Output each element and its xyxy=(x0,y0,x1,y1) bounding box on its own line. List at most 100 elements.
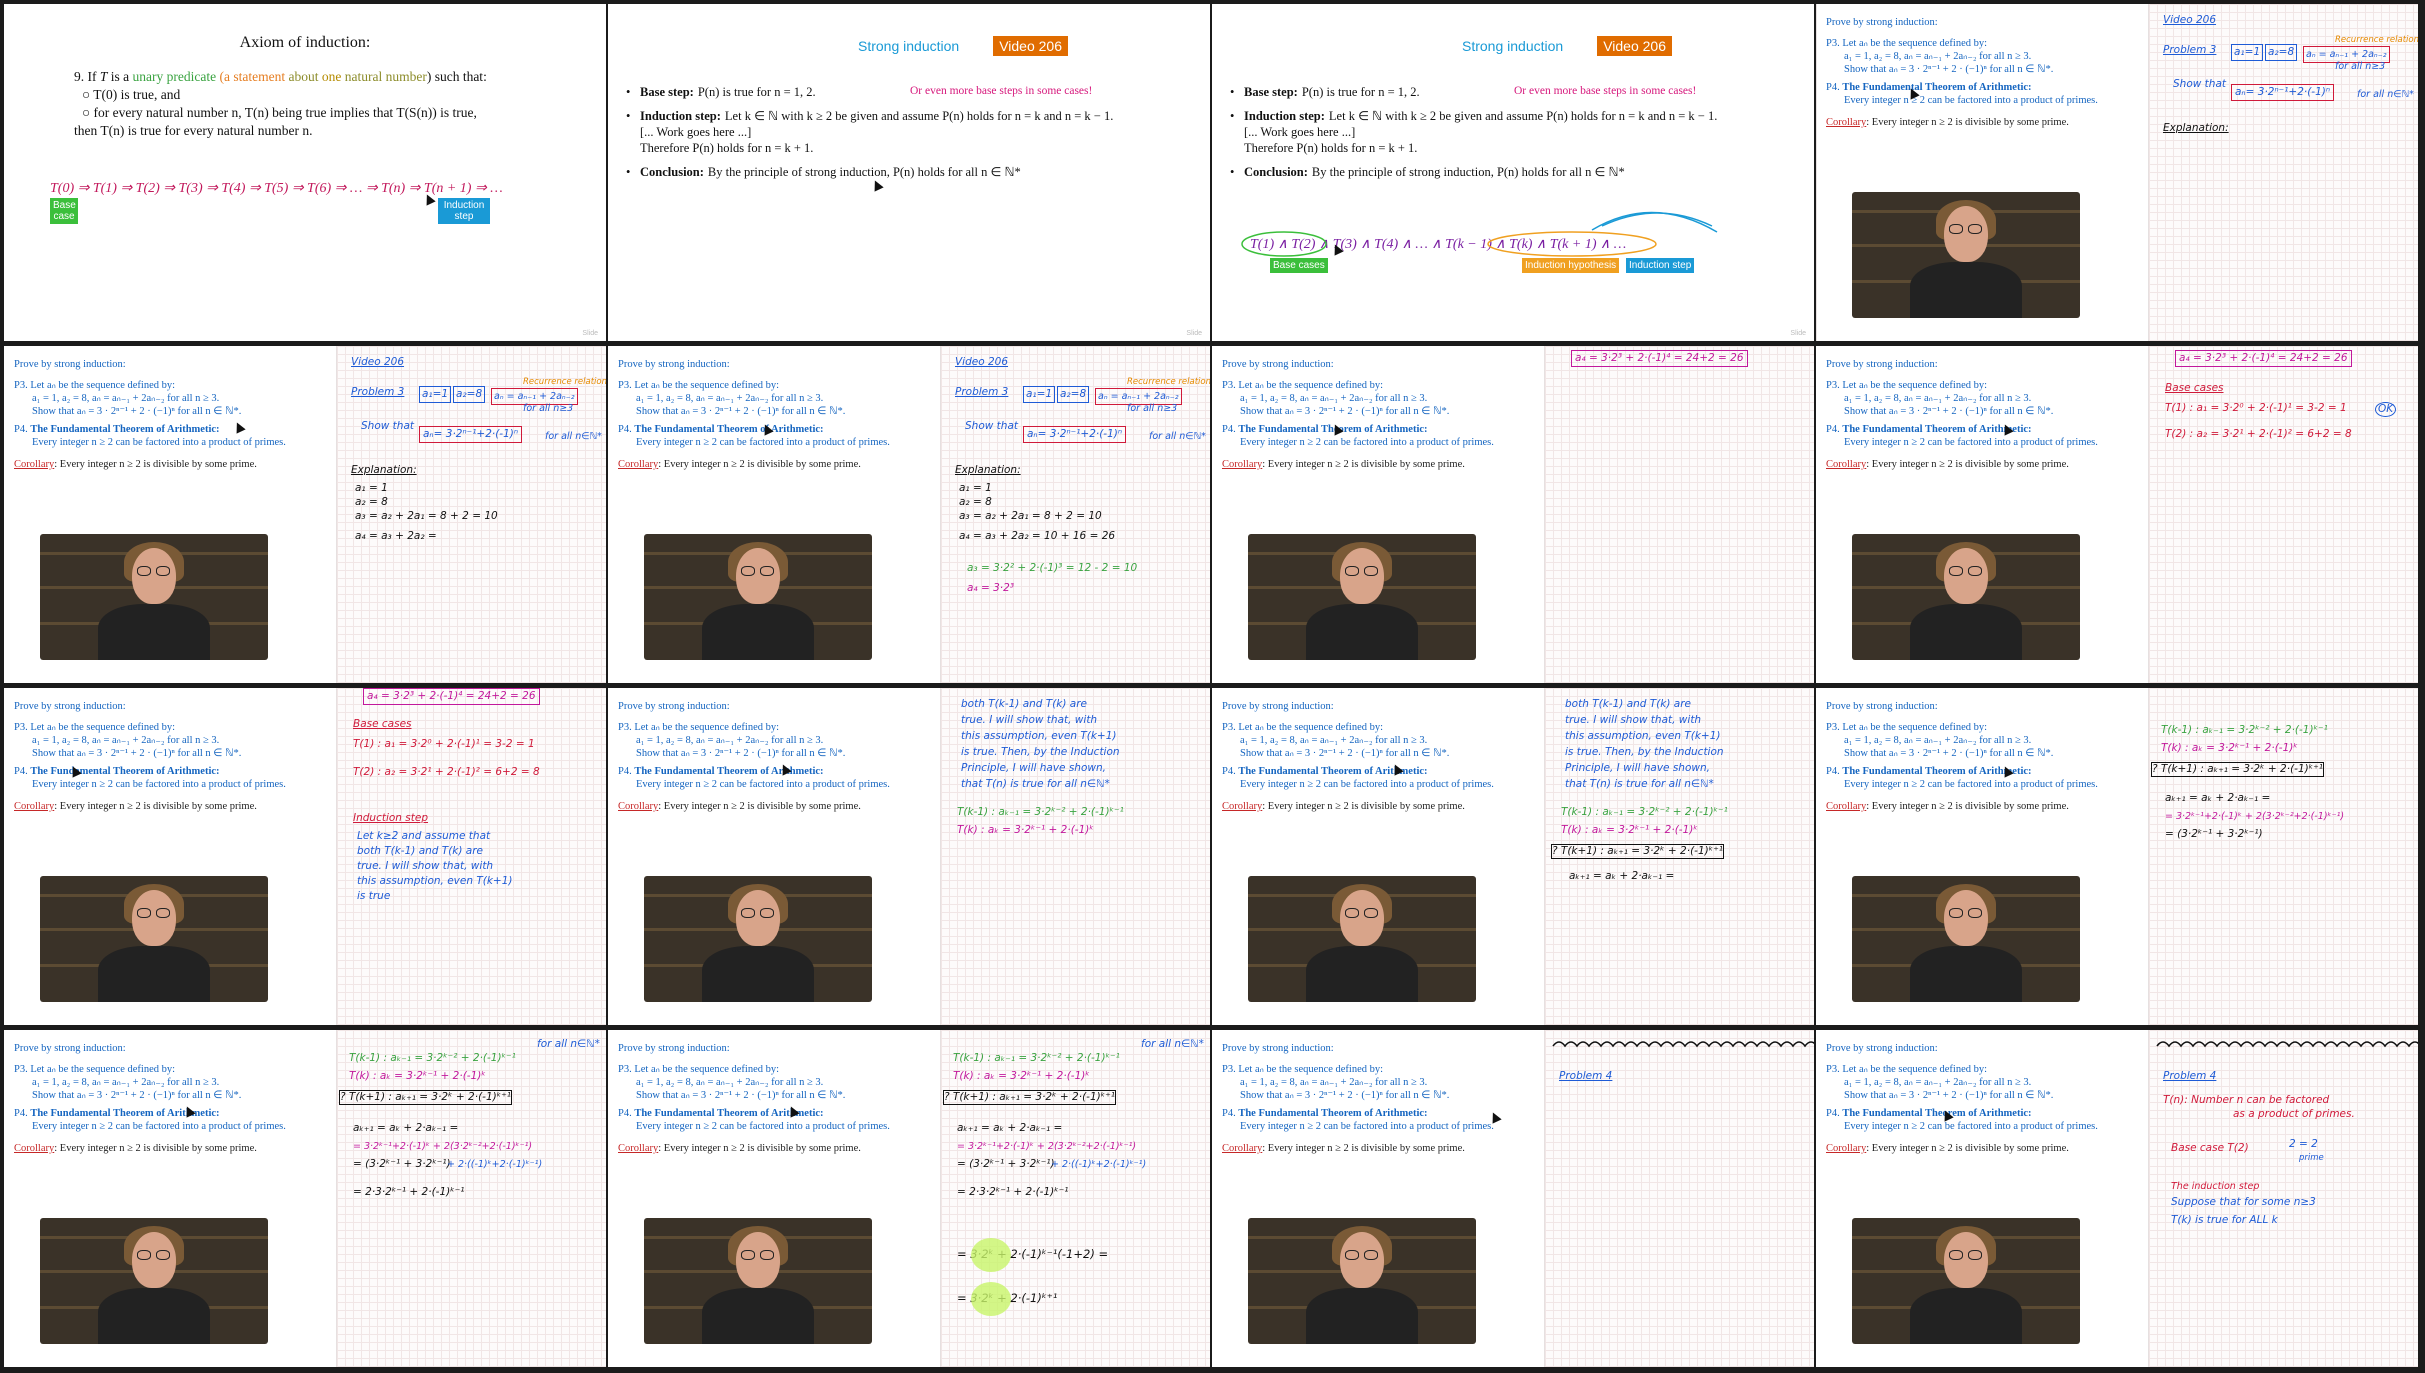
formula-box: aₙ= 3·2ⁿ⁻¹+2·(-1)ⁿ xyxy=(2231,84,2335,101)
corollary: Corollary: Every integer n ≥ 2 is divisi… xyxy=(1222,458,1562,471)
corollary: Corollary: Every integer n ≥ 2 is divisi… xyxy=(1826,800,2166,813)
induction-text-1: both T(k-1) and T(k) are xyxy=(1565,698,1692,710)
slide-p3-a4[interactable]: Slide Prove by strong induction: P3. Let… xyxy=(1212,346,1814,683)
problem-panel: Prove by strong induction: P3. Let aₙ be… xyxy=(14,1042,354,1155)
tk: T(k) : aₖ = 3·2ᵏ⁻¹ + 2·(-1)ᵏ xyxy=(957,824,1094,836)
presenter xyxy=(702,946,814,1002)
t1: T(1) : a₁ = 3·2⁰ + 2·(-1)¹ = 3-2 = 1 xyxy=(353,738,535,750)
r3: = (3·2ᵏ⁻¹ + 3·2ᵏ⁻¹) xyxy=(957,1158,1055,1170)
slide-problem-4-setup[interactable]: Slide Prove by strong induction: P3. Let… xyxy=(1816,1030,2418,1367)
axiom-title: Axiom of induction: xyxy=(239,34,371,51)
slide-problems-intro[interactable]: Slide Prove by strong induction: P3. Let… xyxy=(1816,4,2418,341)
p3-number: P3. xyxy=(1826,38,1840,49)
slide-problem-4-start[interactable]: Slide Prove by strong induction: P3. Let… xyxy=(1212,1030,1814,1367)
for-all-nN: for all n∈ℕ* xyxy=(537,1038,600,1050)
slide-p3-base-cases[interactable]: Slide Prove by strong induction: P3. Let… xyxy=(1816,346,2418,683)
p3-number: P3. xyxy=(1222,1064,1236,1075)
explanation-label: Explanation: xyxy=(351,464,417,476)
p3-line3: Show that aₙ = 3 · 2ⁿ⁻¹ + 2 · (−1)ⁿ for … xyxy=(1240,1090,1450,1101)
slide-p3-hypothesis[interactable]: Slide Prove by strong induction: P3. Let… xyxy=(608,688,1210,1025)
r4: + 2·((-1)ᵏ+2·(-1)ᵏ⁻¹) xyxy=(447,1159,543,1170)
problem-panel: Prove by strong induction: P3. Let aₙ be… xyxy=(1222,1042,1562,1155)
p4-text: Every integer n ≥ 2 can be factored into… xyxy=(1844,95,2098,106)
p3-line1: Let aₙ be the sequence defined by: xyxy=(30,1064,176,1075)
axiom-word: about xyxy=(288,69,319,84)
induction-text-3: this assumption, even T(k+1) xyxy=(961,730,1117,742)
p4-number: P4. xyxy=(14,424,28,435)
show-that: Show that xyxy=(361,420,414,432)
problem-3: P3. Let aₙ be the sequence defined by: a… xyxy=(1222,379,1562,418)
tn4: T(n): Number n can be factored xyxy=(2163,1094,2330,1106)
webcam-video[interactable] xyxy=(1852,534,2080,660)
p3-line3: Show that aₙ = 3 · 2ⁿ⁻¹ + 2 · (−1)ⁿ for … xyxy=(32,748,242,759)
handwritten-notes: a₄ = 3·2³ + 2·(-1)⁴ = 24+2 = 26 Base case… xyxy=(2148,346,2418,683)
p3-line3: Show that aₙ = 3 · 2ⁿ⁻¹ + 2 · (−1)ⁿ for … xyxy=(1844,64,2054,75)
p3-line2: a₁ = 1, a₂ = 8, aₙ = aₙ₋₁ + 2aₙ₋₂ for al… xyxy=(32,735,220,746)
p4-title: The Fundamental Theorem of Arithmetic: xyxy=(30,424,220,435)
tk1: T(k-1) : aₖ₋₁ = 3·2ᵏ⁻² + 2·(-1)ᵏ⁻¹ xyxy=(349,1052,516,1064)
bc4b: 2 = 2 xyxy=(2289,1138,2318,1150)
webcam-video[interactable] xyxy=(644,534,872,660)
formula-box: aₙ= 3·2ⁿ⁻¹+2·(-1)ⁿ xyxy=(419,426,523,443)
slide-axiom-of-induction[interactable]: Slide Axiom of induction: 9. If T is a una… xyxy=(4,4,606,341)
webcam-video[interactable] xyxy=(1852,1218,2080,1344)
slide-p3-induction-step[interactable]: Slide Prove by strong induction: P3. Let… xyxy=(4,688,606,1025)
tk1: T(k-1) : aₖ₋₁ = 3·2ᵏ⁻² + 2·(-1)ᵏ⁻¹ xyxy=(953,1052,1120,1064)
webcam-video[interactable] xyxy=(644,876,872,1002)
webcam-video[interactable] xyxy=(40,1218,268,1344)
r2: = 3·2ᵏ⁻¹+2·(-1)ᵏ + 2(3·2ᵏ⁻²+2·(-1)ᵏ⁻¹) xyxy=(957,1141,1137,1152)
induction-text-4: is true. Then, by the Induction xyxy=(961,746,1120,758)
corollary-label: Corollary xyxy=(1222,1143,1263,1154)
corollary-label: Corollary xyxy=(1222,801,1263,812)
tk: T(k) : aₖ = 3·2ᵏ⁻¹ + 2·(-1)ᵏ xyxy=(1561,824,1698,836)
p4-text: Every integer n ≥ 2 can be factored into… xyxy=(636,1121,890,1132)
p3-number: P3. xyxy=(14,722,28,733)
webcam-video[interactable] xyxy=(40,876,268,1002)
hypothesis-arrows xyxy=(1241,211,1718,257)
webcam-video[interactable] xyxy=(40,534,268,660)
t2: T(2) : a₂ = 3·2¹ + 2·(-1)² = 6+2 = 8 xyxy=(2165,428,2352,440)
webcam-video[interactable] xyxy=(1248,1218,1476,1344)
p4-text: Every integer n ≥ 2 can be factored into… xyxy=(1844,1121,2098,1132)
tk: T(k) : aₖ = 3·2ᵏ⁻¹ + 2·(-1)ᵏ xyxy=(2161,742,2298,754)
r3: = (3·2ᵏ⁻¹ + 3·2ᵏ⁻¹) xyxy=(353,1158,451,1170)
problem-3: P3. Let aₙ be the sequence defined by: a… xyxy=(618,721,958,760)
corollary-label: Corollary xyxy=(1826,801,1867,812)
p3-line1: Let aₙ be the sequence defined by: xyxy=(634,1064,780,1075)
slide-p3-goal[interactable]: Slide Prove by strong induction: P3. Let… xyxy=(1212,688,1814,1025)
slide-strong-induction[interactable]: Slide Strong induction Video 206 Base step:… xyxy=(608,4,1210,341)
webcam-video[interactable] xyxy=(1852,192,2080,318)
induction-step-label: Induction step: xyxy=(640,109,721,123)
tkp: ? T(k+1) : aₖ₊₁ = 3·2ᵏ + 2·(-1)ᵏ⁺¹ xyxy=(943,1090,1116,1105)
slide-p3-explanation-2[interactable]: Slide Prove by strong induction: P3. Let… xyxy=(608,346,1210,683)
mouse-cursor xyxy=(870,178,884,192)
slide-p3-simplify[interactable]: Slide Prove by strong induction: P3. Let… xyxy=(4,1030,606,1367)
handwritten-notes: Video 206 Problem 3 a₁=1 a₂=8 Recurrence rel… xyxy=(2148,4,2418,341)
corollary: Corollary: Every integer n ≥ 2 is divisi… xyxy=(1222,1142,1562,1155)
e1: a₁ = 1 xyxy=(355,482,388,494)
prove-heading: Prove by strong induction: xyxy=(14,359,126,370)
slide-p3-final[interactable]: Slide Prove by strong induction: P3. Let… xyxy=(608,1030,1210,1367)
webcam-video[interactable] xyxy=(1248,534,1476,660)
webcam-video[interactable] xyxy=(1852,876,2080,1002)
p4-text: Every integer n ≥ 2 can be factored into… xyxy=(636,779,890,790)
p4-number: P4. xyxy=(1222,1108,1236,1119)
webcam-video[interactable] xyxy=(644,1218,872,1344)
webcam-video[interactable] xyxy=(1248,876,1476,1002)
e1: a₁ = 1 xyxy=(959,482,992,494)
is4b: Suppose that for some n≥3 xyxy=(2171,1196,2316,1208)
presenter xyxy=(98,946,210,1002)
p3-line3: Show that aₙ = 3 · 2ⁿ⁻¹ + 2 · (−1)ⁿ for … xyxy=(636,1090,846,1101)
slide-p3-explanation[interactable]: Slide Prove by strong induction: P3. Let… xyxy=(4,346,606,683)
corollary-text: : Every integer n ≥ 2 is divisible by so… xyxy=(1262,459,1465,470)
bc4c: prime xyxy=(2299,1153,2324,1163)
slide-p3-derivation[interactable]: Slide Prove by strong induction: P3. Let… xyxy=(1816,688,2418,1025)
therefore-line: Therefore P(n) holds for n = k + 1. xyxy=(640,141,814,155)
p3-number: P3. xyxy=(1826,722,1840,733)
g4: a₄ = 3·2³ xyxy=(967,582,1015,594)
corollary-text: : Every integer n ≥ 2 is divisible by so… xyxy=(1866,801,2069,812)
corollary-text: : Every integer n ≥ 2 is divisible by so… xyxy=(658,459,861,470)
slide-strong-induction-chain[interactable]: SlideStrong inductionVideo 206Base step:… xyxy=(1212,4,1814,341)
video-badge[interactable]: Video 206 xyxy=(993,36,1068,56)
t1: T(1) : a₁ = 3·2⁰ + 2·(-1)¹ = 3-2 = 1 xyxy=(2165,402,2347,414)
